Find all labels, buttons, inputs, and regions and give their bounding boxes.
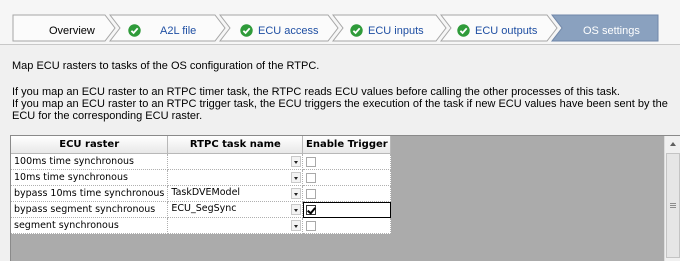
rtpc-task-dropdown[interactable] <box>167 153 304 170</box>
description-line-2: If you map an ECU raster to an RTPC time… <box>12 86 620 98</box>
rtpc-task-value: TaskDVEModel <box>171 186 241 198</box>
description: Map ECU rasters to tasks of the OS confi… <box>12 60 672 122</box>
table-header-row: ECU raster RTPC task name Enable Trigger <box>11 136 392 154</box>
enable-trigger-checkbox[interactable] <box>306 204 317 215</box>
enable-trigger-checkbox[interactable] <box>306 220 317 231</box>
check-icon <box>457 24 470 37</box>
column-header-rtpc-task-name[interactable]: RTPC task name <box>167 136 304 154</box>
grip-line <box>670 205 676 206</box>
table-row[interactable]: 10ms time synchronous <box>11 169 392 186</box>
step-ecu-inputs-label[interactable]: ECU inputs <box>368 22 424 40</box>
ecu-raster-cell[interactable]: 10ms time synchronous <box>11 169 169 186</box>
step-os-settings-label[interactable]: OS settings <box>583 22 640 40</box>
table-row[interactable]: bypass segment synchronous ECU_SegSync <box>11 201 392 218</box>
check-icon <box>350 24 363 37</box>
step-overview-label[interactable]: Overview <box>49 22 95 40</box>
dropdown-arrow-icon[interactable] <box>291 172 302 183</box>
dropdown-arrow-icon[interactable] <box>291 188 302 199</box>
dropdown-arrow-icon[interactable] <box>291 220 302 231</box>
enable-trigger-cell[interactable] <box>302 201 392 218</box>
scrollbar-thumb[interactable] <box>666 153 680 258</box>
enable-trigger-checkbox[interactable] <box>306 188 317 199</box>
table-row[interactable]: 100ms time synchronous <box>11 153 392 170</box>
rtpc-task-dropdown[interactable] <box>167 169 304 186</box>
rtpc-task-dropdown[interactable]: ECU_SegSync <box>167 201 304 218</box>
enable-trigger-cell[interactable] <box>302 153 392 170</box>
raster-table: ECU raster RTPC task name Enable Trigger… <box>11 136 392 234</box>
ecu-raster-cell[interactable]: 100ms time synchronous <box>11 153 169 170</box>
enable-trigger-checkbox[interactable] <box>306 156 317 167</box>
column-header-enable-trigger[interactable]: Enable Trigger <box>302 136 392 154</box>
raster-mapping-grid: ECU raster RTPC task name Enable Trigger… <box>10 135 680 261</box>
description-line-3: If you map an ECU raster to an RTPC trig… <box>12 98 668 122</box>
check-icon <box>240 24 253 37</box>
column-header-ecu-raster[interactable]: ECU raster <box>11 136 169 154</box>
rtpc-task-dropdown[interactable] <box>167 217 304 234</box>
table-row[interactable]: segment synchronous <box>11 217 392 234</box>
enable-trigger-cell[interactable] <box>302 185 392 202</box>
rtpc-task-value: ECU_SegSync <box>171 202 237 214</box>
enable-trigger-cell[interactable] <box>302 169 392 186</box>
scroll-up-icon[interactable] <box>665 136 680 152</box>
step-ecu-outputs-label[interactable]: ECU outputs <box>475 22 537 40</box>
dropdown-arrow-icon[interactable] <box>291 204 302 215</box>
ecu-raster-cell[interactable]: segment synchronous <box>11 217 169 234</box>
step-a2l-label[interactable]: A2L file <box>160 22 196 40</box>
step-ecu-access-label[interactable]: ECU access <box>258 22 319 40</box>
check-icon <box>128 24 141 37</box>
grip-line <box>670 203 676 204</box>
enable-trigger-checkbox[interactable] <box>306 172 317 183</box>
grip-line <box>670 207 676 208</box>
ecu-raster-cell[interactable]: bypass 10ms time synchronous <box>11 185 169 202</box>
table-row[interactable]: bypass 10ms time synchronous TaskDVEMode… <box>11 185 392 202</box>
dropdown-arrow-icon[interactable] <box>291 156 302 167</box>
description-line-1: Map ECU rasters to tasks of the OS confi… <box>12 60 320 72</box>
ecu-raster-cell[interactable]: bypass segment synchronous <box>11 201 169 218</box>
wizard-steps-graphic <box>12 14 659 42</box>
wizard-breadcrumb: Overview A2L file ECU access ECU inputs … <box>0 0 680 45</box>
rtpc-task-dropdown[interactable]: TaskDVEModel <box>167 185 304 202</box>
enable-trigger-cell[interactable] <box>302 217 392 234</box>
vertical-scrollbar[interactable] <box>664 136 680 261</box>
grid-body: ECU raster RTPC task name Enable Trigger… <box>11 136 664 261</box>
